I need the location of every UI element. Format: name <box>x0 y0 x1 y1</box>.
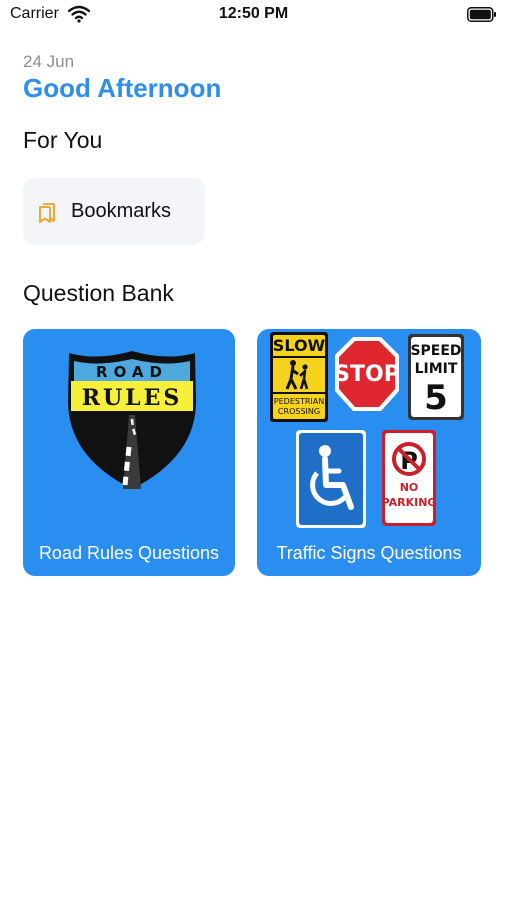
no-parking-sign-icon: P NO PARKING <box>382 430 437 526</box>
road-rules-shield-icon: ROAD RULES <box>68 351 196 489</box>
bookmark-icon <box>39 203 55 223</box>
slow-pedestrian-sign-icon: SLOW PEDESTRIAN CROSSING <box>270 332 328 422</box>
shield-middle-text: RULES <box>82 385 183 411</box>
shield-top-text: ROAD <box>96 363 168 381</box>
traffic-signs-card[interactable]: SLOW PEDESTRIAN CROSSING STOP SPEED LIMI… <box>257 329 481 576</box>
clock: 12:50 PM <box>218 5 289 22</box>
accessible-parking-sign-icon <box>296 430 366 528</box>
parking-text: PARKING <box>382 496 437 509</box>
traffic-signs-label: Traffic Signs Questions <box>276 543 462 563</box>
question-bank-heading: Question Bank <box>23 280 174 306</box>
status-bar: Carrier 12:50 PM <box>0 0 507 30</box>
speed-number-text: 5 <box>424 378 448 418</box>
slow-text: SLOW <box>273 336 326 355</box>
greeting-title: Good Afternoon <box>23 73 222 103</box>
stop-sign-icon: STOP <box>334 337 400 411</box>
bookmarks-label: Bookmarks <box>71 200 172 222</box>
road-rules-label: Road Rules Questions <box>38 543 220 563</box>
speed-limit-sign-icon: SPEED LIMIT 5 <box>408 334 464 420</box>
date-label: 24 Jun <box>23 52 75 71</box>
bookmarks-button[interactable]: Bookmarks <box>23 178 205 245</box>
speed-text: SPEED <box>410 343 461 359</box>
stop-text: STOP <box>334 362 400 387</box>
road-rules-card[interactable]: ROAD RULES Road Rules Questions <box>23 329 235 576</box>
for-you-heading: For You <box>23 127 103 153</box>
battery-icon <box>467 7 496 22</box>
limit-text: LIMIT <box>415 361 458 377</box>
pedestrian-text: PEDESTRIAN <box>274 397 324 406</box>
crossing-text: CROSSING <box>278 407 320 416</box>
no-text: NO <box>400 481 419 494</box>
